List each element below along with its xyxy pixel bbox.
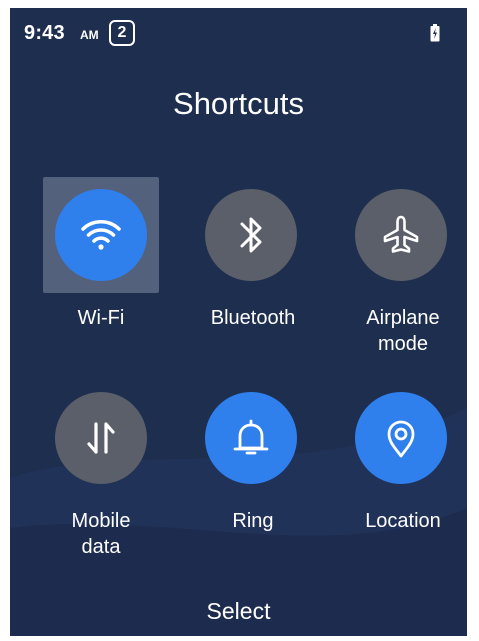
- bell-icon: [233, 419, 269, 455]
- page-title: Shortcuts: [173, 86, 304, 121]
- status-time: 9:43: [24, 22, 65, 44]
- shortcut-label: Ring: [232, 510, 274, 532]
- airplane-mode-toggle[interactable]: [355, 189, 447, 281]
- softkey-select[interactable]: Select: [10, 598, 467, 625]
- notification-count-badge: 2: [109, 20, 135, 46]
- shortcut-label: Mobile data: [71, 510, 131, 558]
- shortcut-label: Location: [365, 510, 441, 532]
- mobile-data-icon: [87, 422, 115, 454]
- wifi-toggle[interactable]: [55, 189, 147, 281]
- shortcut-label: Airplane mode: [366, 307, 440, 355]
- shortcut-label: Bluetooth: [210, 307, 296, 329]
- status-bar: 9:43 AM 2: [10, 8, 467, 50]
- location-toggle[interactable]: [355, 392, 447, 484]
- wifi-icon: [81, 220, 121, 250]
- mobile-data-toggle[interactable]: [55, 392, 147, 484]
- shortcuts-screen: 9:43 AM 2 Shortcuts Wi-Fi Bluetooth Airp…: [10, 8, 467, 636]
- ring-toggle[interactable]: [205, 392, 297, 484]
- battery-charging-icon: [430, 24, 440, 42]
- airplane-icon: [383, 215, 419, 253]
- bluetooth-icon: [240, 217, 262, 253]
- shortcut-label: Wi-Fi: [77, 307, 125, 329]
- bluetooth-toggle[interactable]: [205, 189, 297, 281]
- location-pin-icon: [387, 420, 415, 458]
- status-ampm: AM: [80, 28, 99, 42]
